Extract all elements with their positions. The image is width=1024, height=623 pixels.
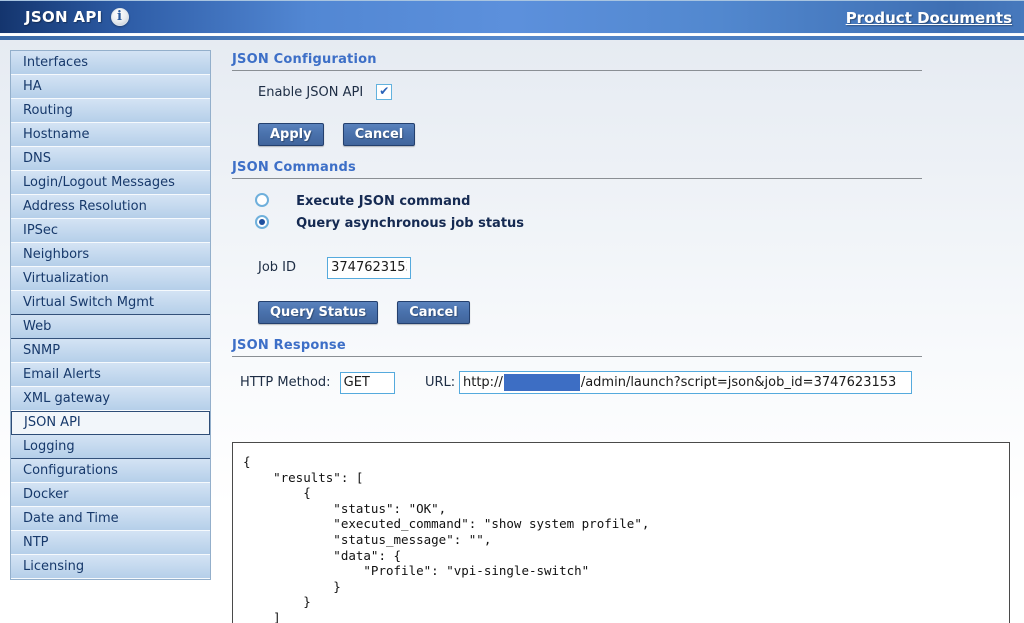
enable-json-api-checkbox[interactable] [376,84,392,100]
json-commands-title: JSON Commands [232,160,922,175]
execute-command-radio-row: Execute JSON command [255,190,470,209]
sidebar-item-snmp[interactable]: SNMP [11,339,210,363]
sidebar-item-licensing[interactable]: Licensing [11,555,210,579]
sidebar-item-logging[interactable]: Logging [11,435,210,459]
sidebar-item-interfaces[interactable]: Interfaces [11,51,210,75]
query-status-radio-row: Query asynchronous job status [255,212,524,231]
sidebar-item-docker[interactable]: Docker [11,483,210,507]
http-method-row: HTTP Method: [240,371,395,394]
sidebar-item-virtual-switch-mgmt[interactable]: Virtual Switch Mgmt [11,291,210,315]
job-id-row: Job ID [258,256,411,279]
section-divider [232,70,922,71]
http-method-label: HTTP Method: [240,375,331,390]
page-background: InterfacesHARoutingHostnameDNSLogin/Logo… [0,40,1024,623]
sidebar-item-login-logout-messages[interactable]: Login/Logout Messages [11,171,210,195]
sidebar-item-json-api[interactable]: JSON API [11,411,210,435]
config-cancel-button[interactable]: Cancel [343,123,416,146]
json-response-section-header: JSON Response [232,338,922,357]
sidebar-item-address-resolution[interactable]: Address Resolution [11,195,210,219]
json-commands-section-header: JSON Commands [232,160,922,179]
sidebar-item-ha[interactable]: HA [11,75,210,99]
sidebar-item-configurations[interactable]: Configurations [11,459,210,483]
sidebar-item-ntp[interactable]: NTP [11,531,210,555]
url-label: URL: [425,375,455,390]
sidebar-item-xml-gateway[interactable]: XML gateway [11,387,210,411]
json-response-title: JSON Response [232,338,922,353]
sidebar-item-hostname[interactable]: Hostname [11,123,210,147]
sidebar-item-web[interactable]: Web [11,315,210,339]
page-title: JSON API [25,8,103,26]
commands-buttons-row: Query Status Cancel [258,301,470,324]
url-prefix-text: http:// [463,375,503,390]
json-configuration-section-header: JSON Configuration [232,52,922,71]
url-suffix-text: /admin/launch?script=json&job_id=3747623… [581,375,896,390]
enable-json-api-row: Enable JSON API [258,81,392,100]
enable-json-api-label: Enable JSON API [258,85,363,100]
execute-json-command-label: Execute JSON command [296,194,470,209]
product-documents-link[interactable]: Product Documents [846,9,1012,27]
query-status-button[interactable]: Query Status [258,301,378,324]
section-divider [232,178,922,179]
http-method-input[interactable] [340,372,395,394]
url-redaction-box [504,374,580,391]
sidebar-item-routing[interactable]: Routing [11,99,210,123]
json-response-text: { "results": [ { "status": "OK", "execut… [233,443,1009,623]
sidebar-item-dns[interactable]: DNS [11,147,210,171]
execute-json-command-radio[interactable] [255,193,269,207]
json-response-output[interactable]: { "results": [ { "status": "OK", "execut… [232,442,1010,623]
json-configuration-title: JSON Configuration [232,52,922,67]
top-bar: JSON API i Product Documents [0,0,1024,34]
sidebar-item-email-alerts[interactable]: Email Alerts [11,363,210,387]
info-icon[interactable]: i [111,8,129,26]
query-job-status-label: Query asynchronous job status [296,216,524,231]
section-divider [232,356,922,357]
apply-button[interactable]: Apply [258,123,324,146]
query-job-status-radio[interactable] [255,215,269,229]
sidebar-item-virtualization[interactable]: Virtualization [11,267,210,291]
job-id-label: Job ID [258,260,296,275]
sidebar-item-neighbors[interactable]: Neighbors [11,243,210,267]
sidebar-item-ipsec[interactable]: IPSec [11,219,210,243]
sidebar-nav: InterfacesHARoutingHostnameDNSLogin/Logo… [10,50,211,580]
commands-cancel-button[interactable]: Cancel [397,301,470,324]
sidebar-item-date-and-time[interactable]: Date and Time [11,507,210,531]
job-id-input[interactable] [327,257,411,279]
url-input[interactable]: http:// /admin/launch?script=json&job_id… [459,371,912,394]
config-buttons-row: Apply Cancel [258,123,415,146]
